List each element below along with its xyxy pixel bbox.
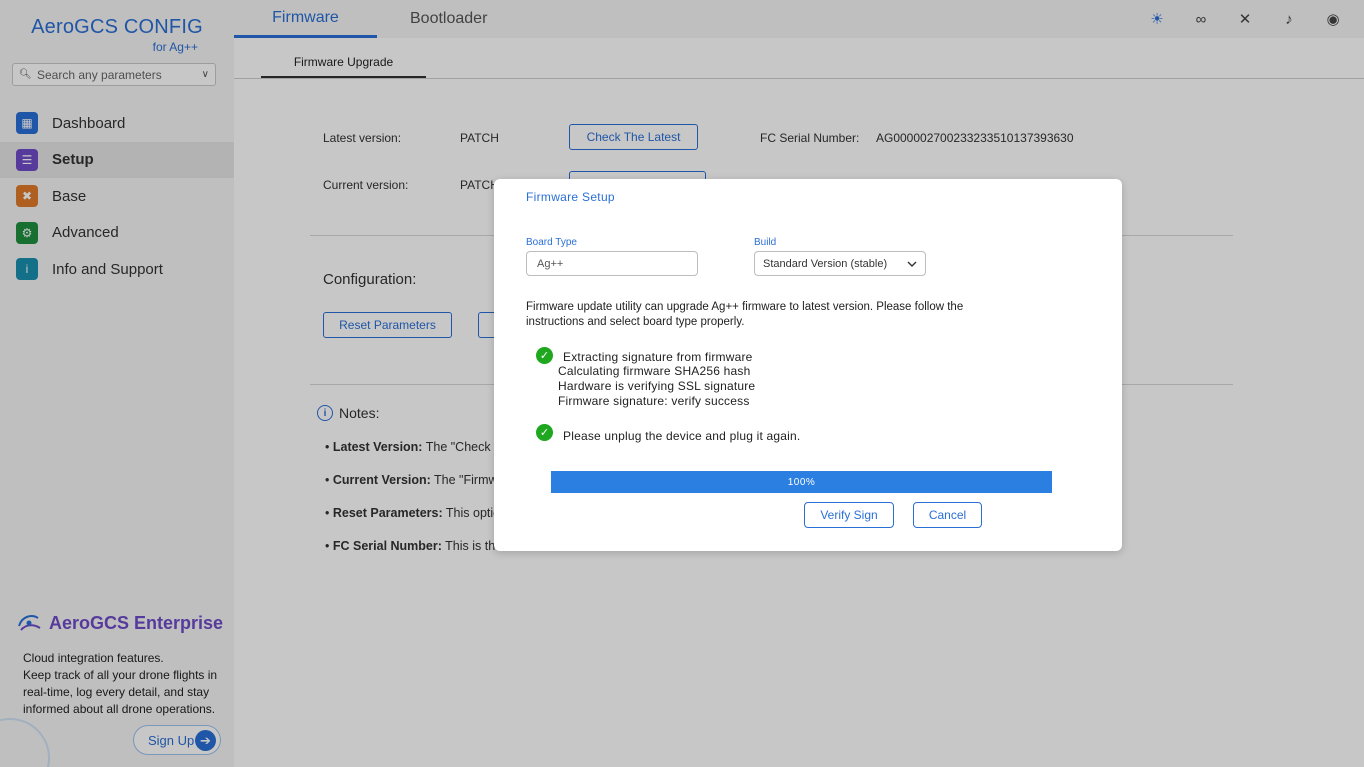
board-type-label: Board Type xyxy=(526,237,577,248)
step-extracting: Extracting signature from firmware xyxy=(563,350,753,364)
build-select-value: Standard Version (stable) xyxy=(763,257,888,270)
dialog-description: Firmware update utility can upgrade Ag++… xyxy=(526,301,964,328)
step-ssl: Hardware is verifying SSL signature xyxy=(558,379,756,393)
verify-sign-button[interactable]: Verify Sign xyxy=(804,502,894,528)
cancel-button[interactable]: Cancel xyxy=(913,502,982,528)
dialog-title: Firmware Setup xyxy=(526,190,615,204)
step-verify: Firmware signature: verify success xyxy=(558,394,750,408)
check-circle-icon: ✓ xyxy=(536,424,553,441)
replug-message: Please unplug the device and plug it aga… xyxy=(563,429,801,443)
progress-label: 100% xyxy=(787,476,816,488)
check-circle-icon: ✓ xyxy=(536,347,553,364)
chevron-down-icon xyxy=(907,261,917,267)
step-hash: Calculating firmware SHA256 hash xyxy=(558,364,751,378)
firmware-setup-dialog: Firmware Setup Board Type Ag++ Build Sta… xyxy=(494,179,1122,551)
board-type-field[interactable]: Ag++ xyxy=(526,251,698,276)
build-select[interactable]: Standard Version (stable) xyxy=(754,251,926,276)
build-label: Build xyxy=(754,237,777,248)
progress-bar: 100% xyxy=(551,471,1052,493)
